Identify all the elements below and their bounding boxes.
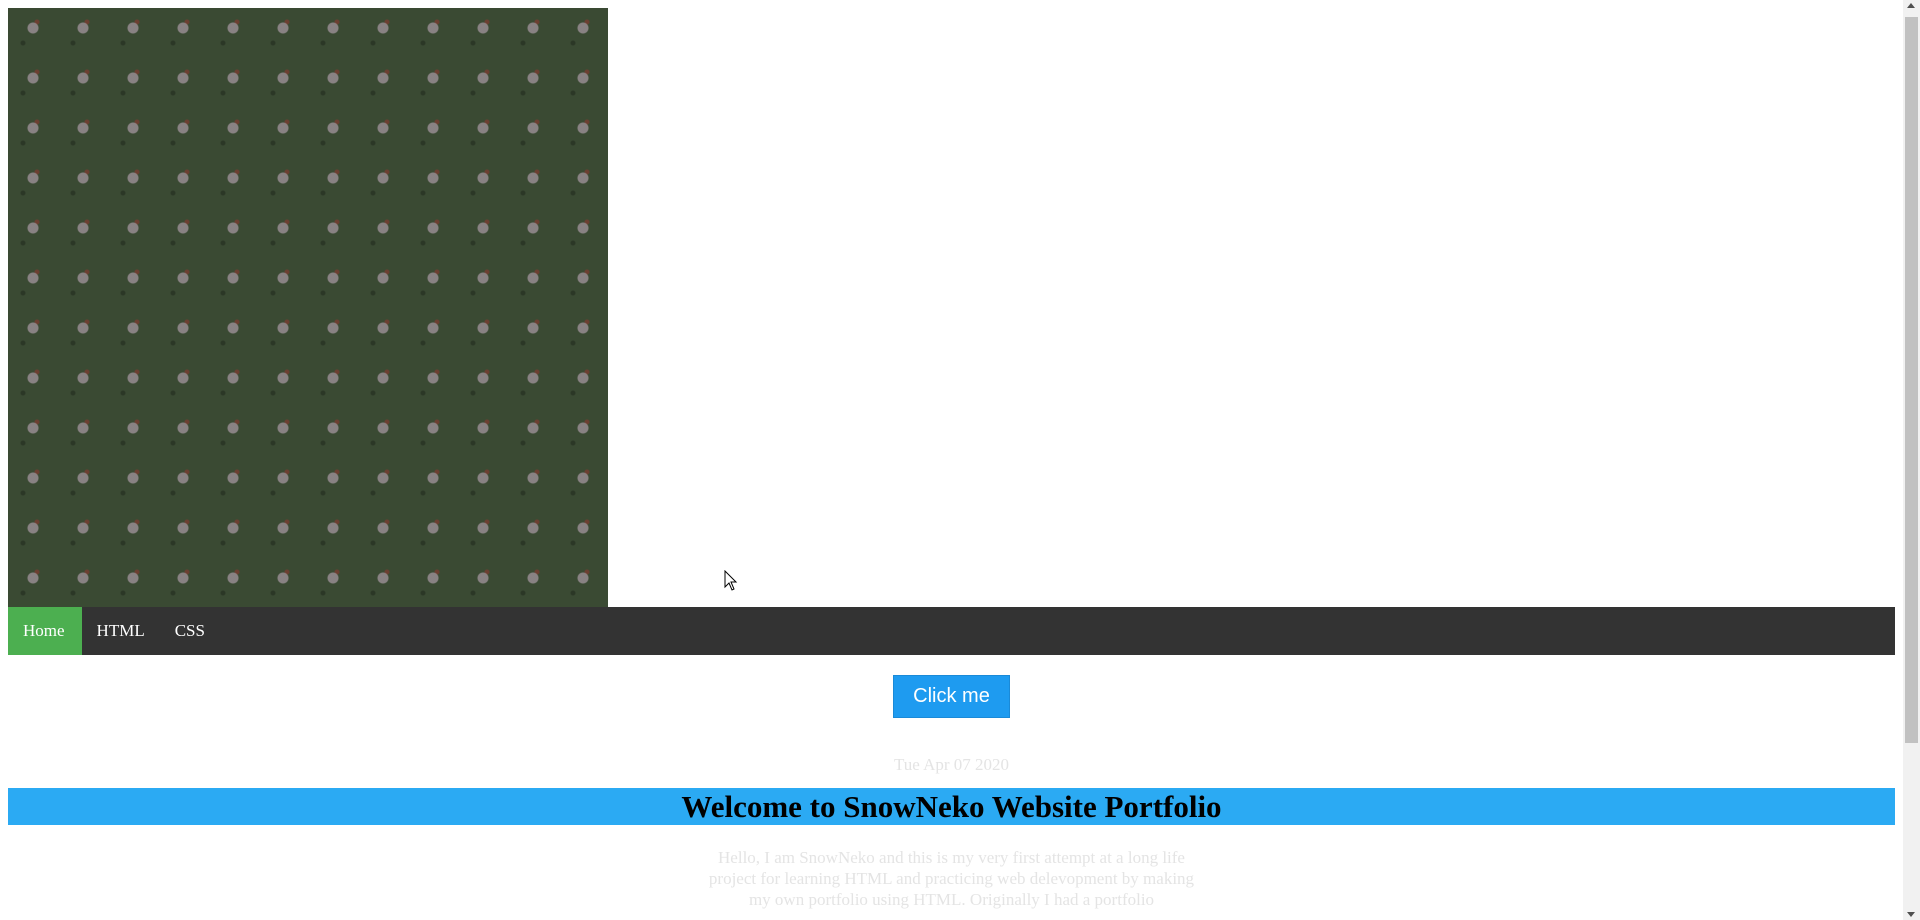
scrollbar-thumb[interactable] [1905,17,1918,743]
click-me-button[interactable]: Click me [893,675,1010,718]
chicken-pattern-banner [8,8,608,607]
navbar: Home HTML CSS [8,607,1895,655]
date-text: Tue Apr 07 2020 [893,755,1010,774]
vertical-scrollbar[interactable] [1903,0,1920,920]
content: Home HTML CSS Click me Tue Apr 07 2020 W… [8,8,1895,910]
welcome-heading: Welcome to SnowNeko Website Portfolio [8,788,1895,825]
scroll-up-arrow-icon[interactable] [1907,3,1915,8]
nav-item-home[interactable]: Home [8,607,82,655]
scroll-down-arrow-icon[interactable] [1907,912,1915,917]
button-wrapper: Click me [8,675,1895,718]
nav-item-html[interactable]: HTML [82,607,160,655]
intro-paragraph: Hello, I am SnowNeko and this is my very… [708,848,1195,909]
mouse-cursor-icon [724,570,738,591]
page: Home HTML CSS Click me Tue Apr 07 2020 W… [0,0,1920,920]
nav-item-css[interactable]: CSS [160,607,220,655]
